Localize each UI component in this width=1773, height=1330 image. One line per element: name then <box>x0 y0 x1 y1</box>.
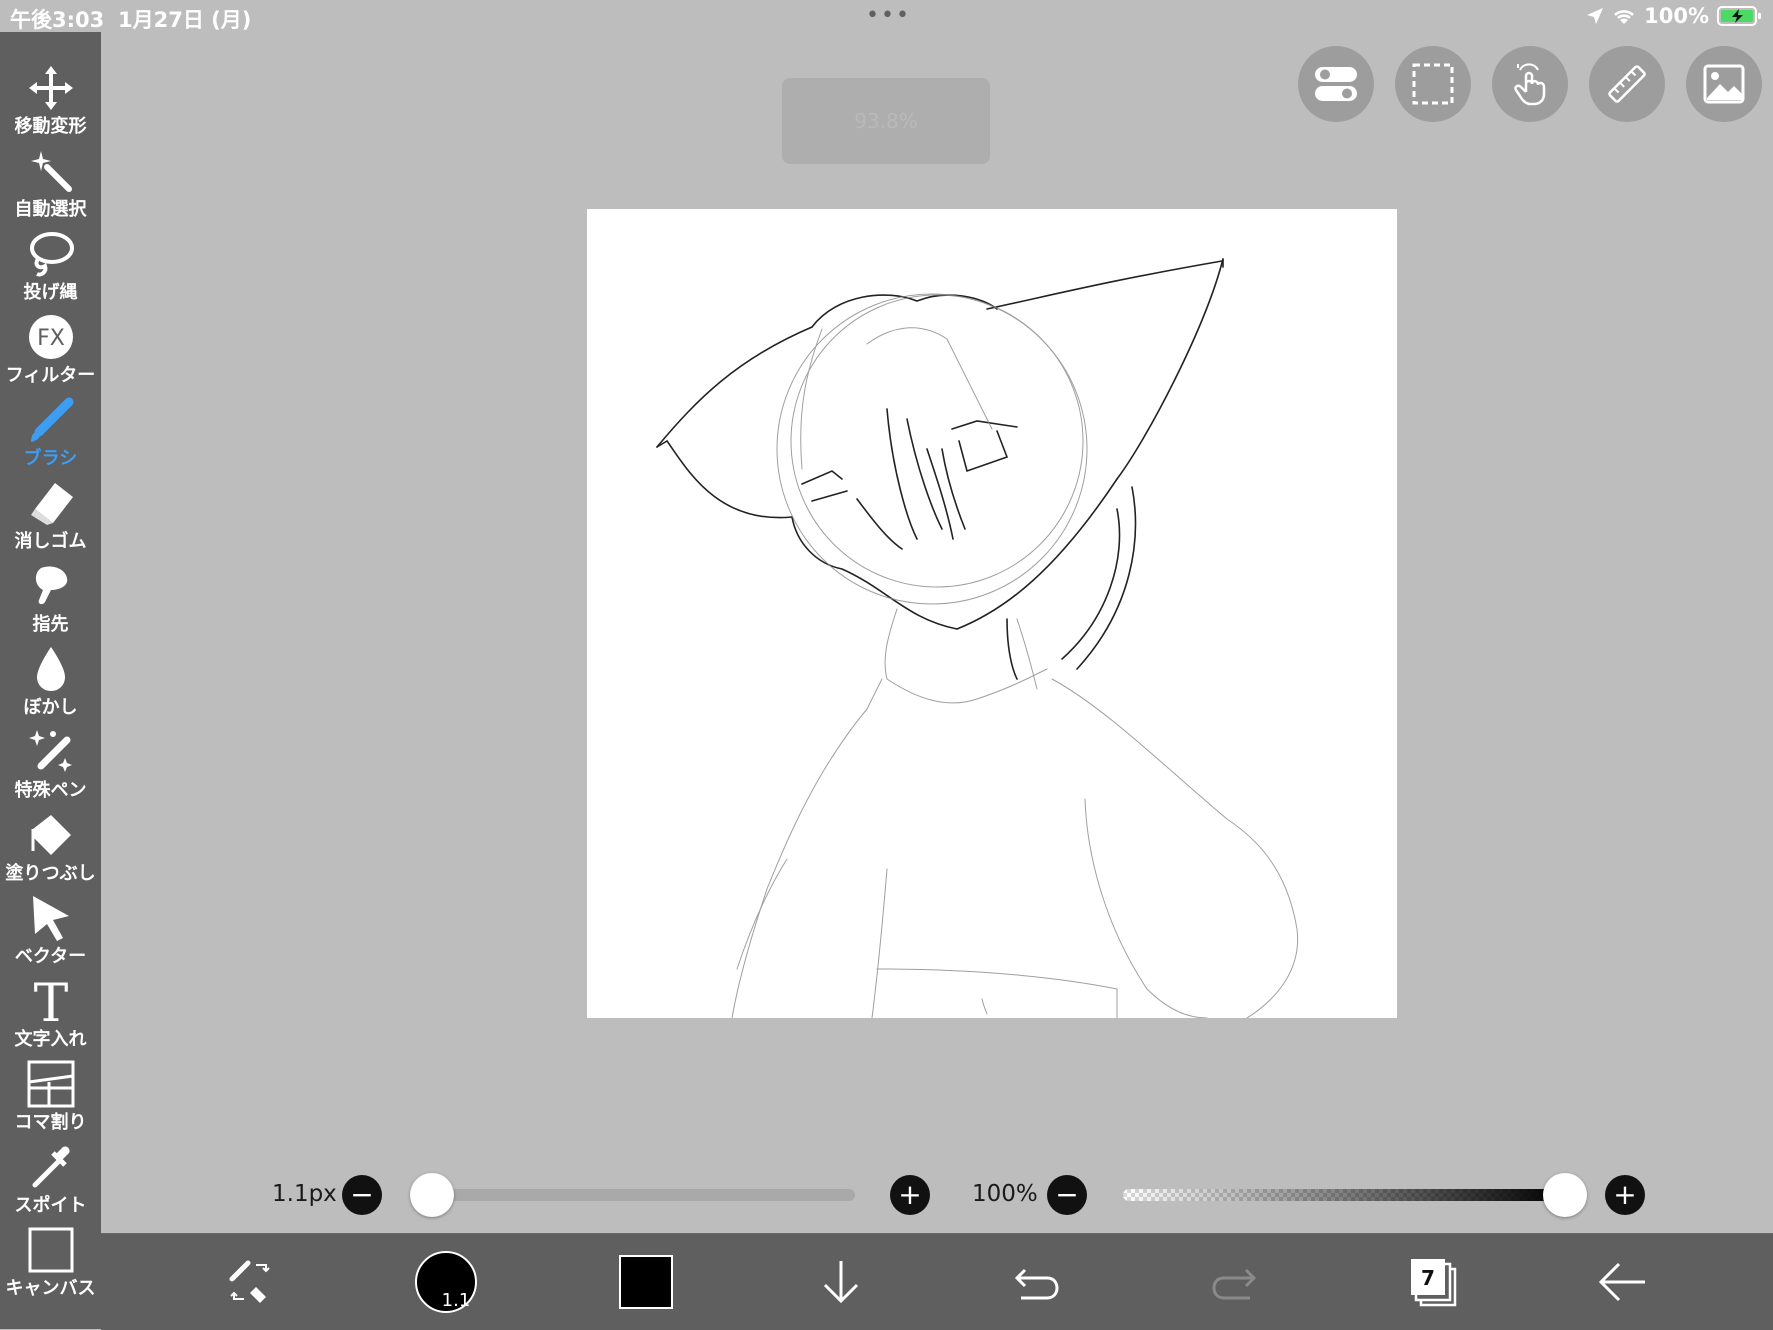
hand-touch-icon <box>1514 63 1546 106</box>
undo-icon <box>1014 1268 1059 1300</box>
tool-label: スポイト <box>14 1195 87 1216</box>
tool-eraser[interactable]: 消しゴム <box>0 479 101 559</box>
arrow-left-icon <box>1598 1262 1645 1302</box>
panel-icon <box>27 1060 74 1108</box>
size-increase-button[interactable]: + <box>890 1175 930 1215</box>
tool-eyedropper[interactable]: スポイト <box>0 1143 101 1223</box>
tool-label: ブラシ <box>23 448 78 469</box>
size-slider-knob[interactable] <box>410 1173 454 1217</box>
status-date: 1月27日 (月) <box>118 8 252 32</box>
tool-label: 文字入れ <box>14 1029 87 1050</box>
vector-cursor-icon <box>32 896 69 941</box>
tool-text[interactable]: T 文字入れ <box>0 977 101 1057</box>
download-button[interactable] <box>801 1234 881 1330</box>
arrow-down-icon <box>823 1261 859 1304</box>
layers-icon: 7 <box>1411 1259 1457 1307</box>
fill-icon <box>31 815 71 855</box>
eyedropper-icon <box>32 1146 70 1188</box>
tool-lasso[interactable]: 投げ縄 <box>0 230 101 310</box>
status-right: 100% <box>1586 4 1763 28</box>
tool-filter[interactable]: FX フィルター <box>0 313 101 393</box>
tool-label: 消しゴム <box>14 531 87 552</box>
svg-text:FX: FX <box>37 326 65 351</box>
tool-finger[interactable]: 指先 <box>0 562 101 642</box>
toggle-settings-button[interactable] <box>1298 46 1374 122</box>
tool-label: フィルター <box>5 365 96 386</box>
sparkle-pen-icon <box>28 730 72 772</box>
selection-button[interactable] <box>1395 46 1471 122</box>
drawing-canvas[interactable] <box>587 209 1397 1019</box>
opacity-value: 100% <box>972 1181 1038 1207</box>
tool-label: 投げ縄 <box>23 282 78 303</box>
toggle-icon <box>1315 67 1357 101</box>
bottom-toolbar: 1.1 7 <box>101 1233 1773 1330</box>
tool-label: 指先 <box>32 614 69 635</box>
lasso-icon <box>29 232 74 277</box>
eraser-icon <box>30 483 73 525</box>
tool-label: 自動選択 <box>14 199 87 220</box>
opacity-decrease-button[interactable]: − <box>1047 1175 1087 1215</box>
ruler-icon <box>1608 65 1646 103</box>
tool-label: 特殊ペン <box>14 780 87 801</box>
battery-icon <box>1717 6 1761 26</box>
magic-wand-icon <box>30 151 72 192</box>
multitask-dots[interactable]: ••• <box>866 3 911 28</box>
brush-size-circle: 1.1 <box>415 1251 477 1313</box>
opacity-slider[interactable] <box>1123 1189 1563 1201</box>
svg-text:1.1: 1.1 <box>442 1290 471 1311</box>
sketch-drawing <box>656 258 1299 1019</box>
tool-fill[interactable]: 塗りつぶし <box>0 811 101 891</box>
finger-icon <box>35 566 67 605</box>
redo-button[interactable] <box>1194 1234 1274 1330</box>
tool-canvas[interactable]: キャンバス <box>0 1226 101 1306</box>
tool-label: 移動変形 <box>14 116 87 137</box>
canvas-icon <box>28 1227 73 1273</box>
tool-sidebar: 移動変形 自動選択 投げ縄 FX フィルター ブラシ 消しゴム 指先 ぼかし 特… <box>0 32 101 1329</box>
svg-text:7: 7 <box>1421 1266 1435 1290</box>
location-icon <box>1587 8 1604 24</box>
brush-size-value: 1.1px <box>272 1181 337 1207</box>
opacity-slider-knob[interactable] <box>1543 1173 1587 1217</box>
tool-label: ベクター <box>14 946 87 967</box>
brush-size-circle-button[interactable]: 1.1 <box>401 1234 491 1330</box>
text-icon: T <box>33 977 68 1025</box>
tool-label: キャンバス <box>5 1278 96 1299</box>
brush-size-slider[interactable] <box>430 1189 855 1201</box>
drop-icon <box>36 647 65 691</box>
layers-button[interactable]: 7 <box>1389 1234 1479 1330</box>
tool-brush[interactable]: ブラシ <box>0 396 101 476</box>
redo-icon <box>1212 1268 1257 1300</box>
tool-vector[interactable]: ベクター <box>0 894 101 974</box>
pen-eraser-swap-icon <box>229 1260 270 1303</box>
tool-auto-select[interactable]: 自動選択 <box>0 147 101 227</box>
image-icon <box>1703 64 1745 104</box>
status-time: 午後3:03 <box>10 8 105 32</box>
tool-panel[interactable]: コマ割り <box>0 1060 101 1140</box>
tool-label: コマ割り <box>14 1112 87 1133</box>
opacity-increase-button[interactable]: + <box>1605 1175 1645 1215</box>
tool-label: ぼかし <box>23 697 78 718</box>
svg-text:T: T <box>33 977 68 1025</box>
size-decrease-button[interactable]: − <box>342 1175 382 1215</box>
ruler-button[interactable] <box>1589 46 1665 122</box>
current-color-swatch <box>619 1255 673 1309</box>
tool-label: 塗りつぶし <box>5 863 96 884</box>
color-swatch-button[interactable] <box>606 1234 686 1330</box>
battery-percent: 100% <box>1644 4 1709 28</box>
touch-gesture-button[interactable] <box>1492 46 1568 122</box>
swap-tool-button[interactable] <box>211 1234 291 1330</box>
move-arrows-icon <box>28 66 73 110</box>
dashed-select-icon <box>1412 63 1454 105</box>
tool-special-pen[interactable]: 特殊ペン <box>0 728 101 808</box>
fx-icon: FX <box>28 315 73 359</box>
image-material-button[interactable] <box>1686 46 1762 122</box>
wifi-icon <box>1614 10 1635 24</box>
brush-icon <box>30 397 73 442</box>
back-button[interactable] <box>1583 1234 1663 1330</box>
tool-move-transform[interactable]: 移動変形 <box>0 64 101 144</box>
zoom-indicator: 93.8% <box>782 78 990 164</box>
tool-blur[interactable]: ぼかし <box>0 645 101 725</box>
undo-button[interactable] <box>997 1234 1077 1330</box>
